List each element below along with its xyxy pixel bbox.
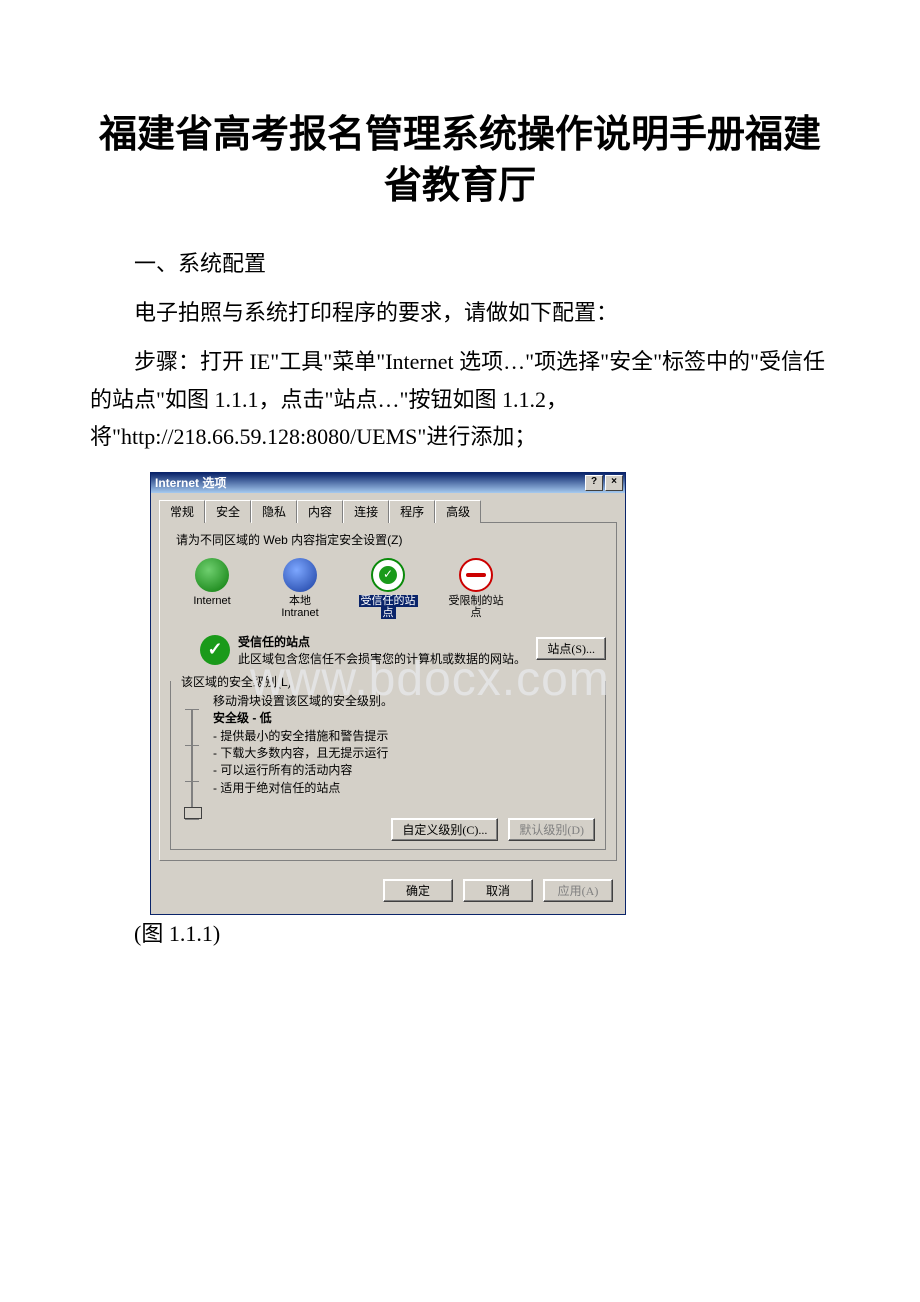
slider-thumb[interactable] xyxy=(184,807,202,819)
zone-description: 受信任的站点 此区域包含您信任不会损害您的计算机或数据的网站。 xyxy=(238,633,526,667)
paragraph-1: 电子拍照与系统打印程序的要求，请做如下配置： xyxy=(90,294,830,331)
group-title: 该区域的安全级别(L) xyxy=(177,673,296,690)
cancel-button[interactable]: 取消 xyxy=(463,879,533,902)
zone-instruction: 请为不同区域的 Web 内容指定安全设置(Z) xyxy=(176,531,606,548)
zone-label: 点 xyxy=(381,607,396,619)
dialog-titlebar: Internet 选项 ? × xyxy=(151,473,625,493)
zone-internet[interactable]: Internet xyxy=(180,558,244,619)
trusted-check-icon: ✓ xyxy=(200,635,230,665)
zone-label: Internet xyxy=(193,595,230,607)
zone-label: Intranet xyxy=(281,607,318,619)
tab-programs[interactable]: 程序 xyxy=(389,500,435,523)
trusted-icon: ✓ xyxy=(371,558,405,592)
apply-button[interactable]: 应用(A) xyxy=(543,879,613,902)
zone-label: 受限制的站 xyxy=(449,595,504,607)
doc-title: 福建省高考报名管理系统操作说明手册福建省教育厅 xyxy=(90,110,830,213)
tab-strip: 常规 安全 隐私 内容 连接 程序 高级 xyxy=(159,499,617,523)
tab-security[interactable]: 安全 xyxy=(205,500,251,523)
zone-label: 点 xyxy=(471,607,482,619)
zone-label: 本地 xyxy=(289,595,311,607)
internet-options-dialog: Internet 选项 ? × 常规 安全 隐私 内容 连接 程序 高级 请为不… xyxy=(150,472,626,915)
tab-privacy[interactable]: 隐私 xyxy=(251,500,297,523)
level-name: 安全级 - 低 xyxy=(213,711,272,725)
zone-desc-title: 受信任的站点 xyxy=(238,635,310,649)
security-level-group: 该区域的安全级别(L) 移动滑块设置该区域的安全级别。 安全级 xyxy=(170,681,606,850)
zone-desc-body: 此区域包含您信任不会损害您的计算机或数据的网站。 xyxy=(238,652,526,666)
level-hint: 移动滑块设置该区域的安全级别。 xyxy=(213,694,393,708)
level-bullet: - 提供最小的安全措施和警告提示 xyxy=(213,729,388,743)
zone-restricted[interactable]: 受限制的站 点 xyxy=(444,558,508,619)
globe-icon xyxy=(195,558,229,592)
default-level-button[interactable]: 默认级别(D) xyxy=(508,818,595,841)
tab-connections[interactable]: 连接 xyxy=(343,500,389,523)
dialog-title: Internet 选项 xyxy=(155,474,226,491)
level-bullet: - 适用于绝对信任的站点 xyxy=(213,781,340,795)
ok-button[interactable]: 确定 xyxy=(383,879,453,902)
level-bullet: - 下载大多数内容，且无提示运行 xyxy=(213,746,388,760)
level-bullet: - 可以运行所有的活动内容 xyxy=(213,763,352,777)
restricted-icon xyxy=(459,558,493,592)
help-button[interactable]: ? xyxy=(585,475,603,491)
tab-advanced[interactable]: 高级 xyxy=(435,500,481,523)
tab-general[interactable]: 常规 xyxy=(159,500,205,523)
custom-level-button[interactable]: 自定义级别(C)... xyxy=(391,818,498,841)
security-level-text: 移动滑块设置该区域的安全级别。 安全级 - 低 - 提供最小的安全措施和警告提示… xyxy=(213,693,393,819)
zone-label: 受信任的站 xyxy=(359,595,418,607)
close-button[interactable]: × xyxy=(605,475,623,491)
intranet-icon xyxy=(283,558,317,592)
zone-trusted[interactable]: ✓ 受信任的站 点 xyxy=(356,558,420,619)
tab-content[interactable]: 内容 xyxy=(297,500,343,523)
figure-caption: (图 1.1.1) xyxy=(90,915,830,952)
paragraph-2: 步骤：打开 IE"工具"菜单"Internet 选项…"项选择"安全"标签中的"… xyxy=(90,343,830,455)
security-level-slider[interactable] xyxy=(181,709,203,819)
section-heading: 一、系统配置 xyxy=(90,245,830,282)
zone-intranet[interactable]: 本地 Intranet xyxy=(268,558,332,619)
sites-button[interactable]: 站点(S)... xyxy=(536,637,606,660)
